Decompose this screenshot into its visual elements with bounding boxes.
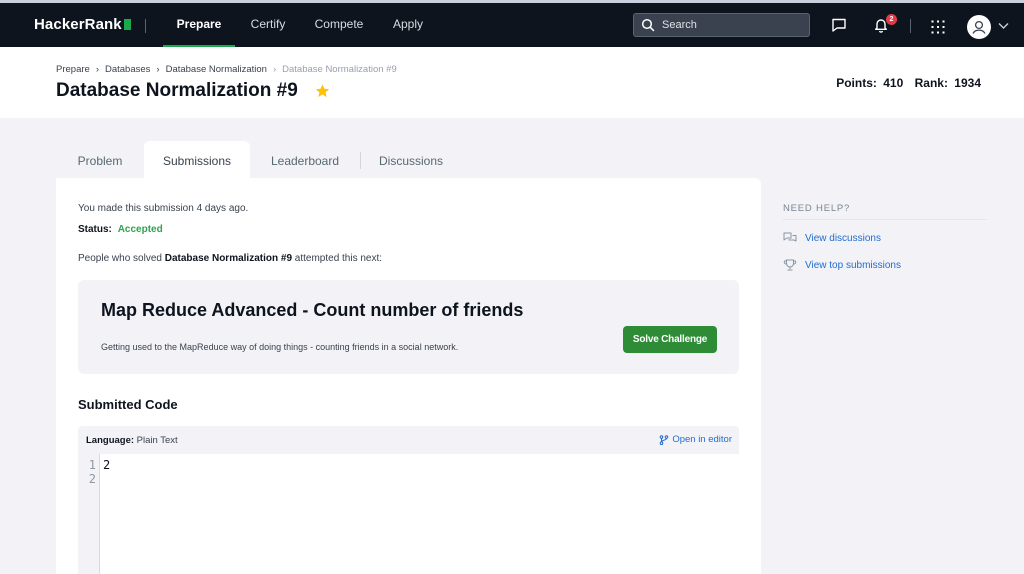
nav-prepare[interactable]: Prepare [163, 3, 235, 48]
breadcrumb-current: Database Normalization #9 [282, 64, 397, 75]
chevron-down-icon[interactable] [998, 22, 1009, 30]
notification-badge: 2 [886, 14, 897, 25]
nav-divider [910, 19, 911, 33]
tab-leaderboard[interactable]: Leaderboard [258, 141, 352, 178]
challenge-title[interactable]: Map Reduce Advanced - Count number of fr… [101, 300, 523, 321]
page-title: Database Normalization #9 [56, 80, 298, 101]
code-language-bar: Language: Plain Text Open in editor [78, 426, 739, 454]
open-in-editor-link[interactable]: Open in editor [659, 434, 732, 445]
next-challenge-intro: People who solved Database Normalization… [78, 253, 383, 264]
nav-divider [145, 19, 146, 33]
submission-card: You made this submission 4 days ago. Sta… [56, 178, 761, 574]
line-number-gutter: 1 2 [78, 454, 100, 574]
tab-divider [360, 152, 361, 169]
nav-certify[interactable]: Certify [245, 3, 291, 47]
submission-time: You made this submission 4 days ago. [78, 203, 249, 214]
submitted-code-heading: Submitted Code [78, 397, 178, 412]
chevron-right-icon: › [272, 64, 277, 75]
view-top-submissions-link[interactable]: View top submissions [783, 259, 901, 271]
top-navbar: HackerRank Prepare Certify Compete Apply… [0, 0, 1024, 48]
points-value: 410 [883, 76, 904, 90]
rank-label: Rank: [914, 76, 948, 90]
search-icon [641, 18, 655, 32]
trophy-icon [783, 259, 797, 271]
help-divider [783, 219, 987, 220]
challenge-description: Getting used to the MapReduce way of doi… [101, 342, 459, 352]
search-box[interactable] [633, 13, 810, 37]
nav-compete[interactable]: Compete [311, 3, 367, 47]
user-icon [972, 20, 986, 34]
chevron-right-icon: › [156, 64, 160, 75]
language-info: Language: Plain Text [86, 435, 178, 446]
line-number: 1 [88, 458, 96, 472]
solve-challenge-button[interactable]: Solve Challenge [623, 326, 717, 353]
chevron-right-icon: › [95, 64, 99, 75]
view-discussions-link[interactable]: View discussions [783, 232, 881, 244]
page-header: Prepare › Databases › Database Normaliza… [0, 47, 1024, 118]
breadcrumb-prepare[interactable]: Prepare [56, 64, 90, 75]
user-stats: Points: 410 Rank: 1934 [836, 76, 981, 90]
next-challenge-card: Map Reduce Advanced - Count number of fr… [78, 280, 739, 374]
hackerrank-logo[interactable]: HackerRank [34, 16, 131, 33]
nav-apply[interactable]: Apply [388, 3, 428, 47]
discussions-icon [783, 232, 797, 242]
need-help-heading: NEED HELP? [783, 203, 851, 214]
logo-square-icon [123, 19, 131, 30]
tab-problem[interactable]: Problem [56, 141, 144, 178]
tab-submissions[interactable]: Submissions [144, 141, 250, 178]
apps-grid-icon[interactable] [931, 20, 945, 34]
status-label: Status: [78, 224, 112, 235]
breadcrumb-database-normalization[interactable]: Database Normalization [166, 64, 267, 75]
rank-value: 1934 [954, 76, 981, 90]
avatar[interactable] [967, 15, 991, 39]
tab-discussions[interactable]: Discussions [368, 141, 454, 178]
chat-icon[interactable] [831, 17, 847, 33]
search-input[interactable] [662, 17, 802, 33]
breadcrumb-databases[interactable]: Databases [105, 64, 150, 75]
branch-icon [660, 434, 669, 445]
breadcrumb: Prepare › Databases › Database Normaliza… [56, 64, 397, 75]
points-label: Points: [836, 76, 877, 90]
submission-status: Status: Accepted [78, 224, 163, 235]
star-icon[interactable] [314, 83, 331, 99]
line-number: 2 [88, 472, 96, 486]
status-badge: Accepted [117, 224, 163, 235]
code-line: 2 [103, 458, 111, 472]
